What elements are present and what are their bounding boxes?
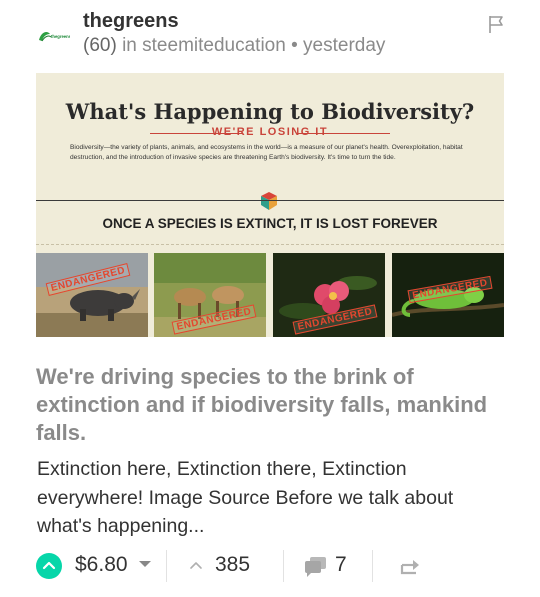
infographic-subtitle-row: WE'RE LOSING IT — [70, 126, 470, 140]
photo-horses: ENDANGERED — [154, 253, 266, 337]
flag-icon[interactable] — [487, 14, 505, 34]
vote-count[interactable]: 385 — [215, 553, 250, 577]
chevron-up-icon[interactable] — [188, 558, 204, 572]
chevron-up-icon — [42, 561, 56, 570]
post-header: thegreens thegreens (60) in steemiteduca… — [0, 0, 540, 66]
post-meta: (60) in steemiteducation • yesterday — [83, 35, 385, 57]
svg-text:thegreens: thegreens — [51, 34, 70, 39]
author-reputation: (60) — [83, 35, 117, 56]
caret-down-icon[interactable] — [139, 561, 151, 567]
post-title[interactable]: We're driving species to the brink of ex… — [36, 363, 506, 447]
reblog-icon[interactable] — [399, 556, 421, 576]
post-excerpt[interactable]: Extinction here, Extinction there, Extin… — [37, 455, 507, 541]
footer-separator — [372, 550, 373, 582]
community-prefix: in — [122, 35, 137, 56]
comment-count[interactable]: 7 — [335, 553, 347, 577]
footer-separator — [283, 550, 284, 582]
photo-rhino: ENDANGERED — [36, 253, 148, 337]
infographic-banner: ONCE A SPECIES IS EXTINCT, IT IS LOST FO… — [102, 216, 438, 231]
author-avatar[interactable]: thegreens — [36, 24, 70, 46]
author-name[interactable]: thegreens — [83, 10, 179, 33]
community-link[interactable]: steemiteducation — [142, 35, 286, 56]
infographic-title: What's Happening to Biodiversity? — [65, 99, 475, 124]
infographic-divider — [36, 200, 504, 201]
meta-separator: • — [291, 35, 298, 56]
upvote-button[interactable] — [36, 553, 62, 579]
payout-amount[interactable]: $6.80 — [75, 553, 128, 577]
cube-logo-icon — [261, 192, 277, 210]
footer-separator — [166, 550, 167, 582]
infographic-body: Biodiversity—the variety of plants, anim… — [70, 144, 463, 161]
comments-icon[interactable] — [303, 556, 329, 578]
post-footer: $6.80 385 7 — [0, 546, 540, 586]
rhino-image — [36, 253, 148, 337]
post-thumbnail[interactable]: What's Happening to Biodiversity? WE'RE … — [36, 73, 504, 337]
infographic-subtitle: WE'RE LOSING IT — [211, 126, 329, 138]
photo-chameleon: ENDANGERED — [392, 253, 504, 337]
infographic-dashed-rule — [36, 244, 504, 245]
post-time[interactable]: yesterday — [303, 35, 385, 56]
photo-flower: ENDANGERED — [273, 253, 385, 337]
